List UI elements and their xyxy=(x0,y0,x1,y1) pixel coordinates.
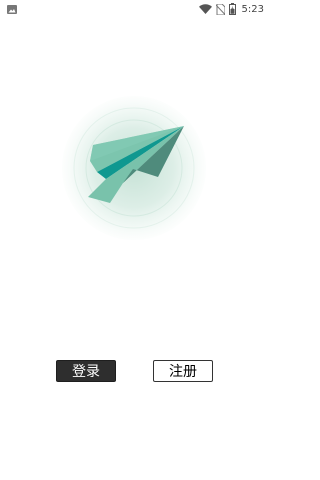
status-right: 5:23 xyxy=(198,3,264,15)
clock: 5:23 xyxy=(241,3,264,15)
battery-icon xyxy=(228,3,236,15)
status-bar: 5:23 xyxy=(0,0,270,18)
app-screen: 5:23 登录 注册 xyxy=(0,0,270,480)
image-icon xyxy=(7,4,17,14)
status-left xyxy=(7,4,17,14)
no-sim-icon xyxy=(215,3,225,15)
wifi-icon xyxy=(198,4,212,14)
register-button[interactable]: 注册 xyxy=(153,360,213,382)
login-button[interactable]: 登录 xyxy=(56,360,116,382)
app-logo xyxy=(61,95,207,241)
